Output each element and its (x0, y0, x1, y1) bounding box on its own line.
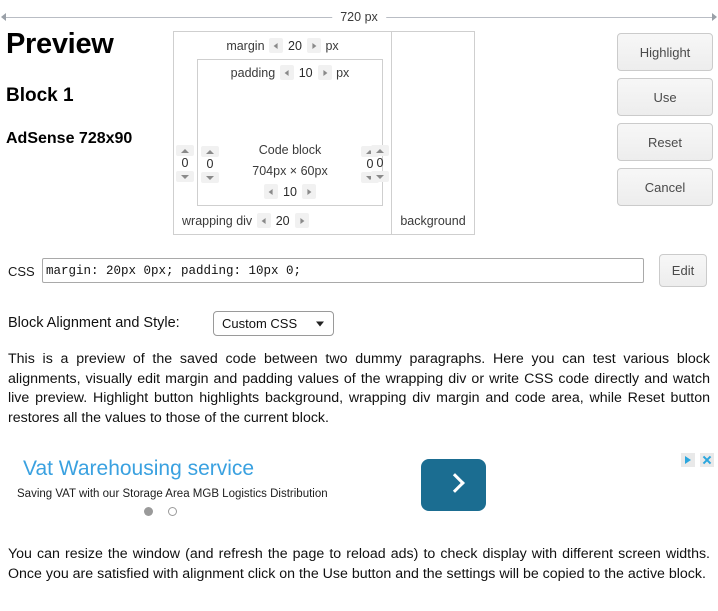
margin-bottom-value[interactable]: 20 (275, 214, 290, 228)
description-paragraph-first: This is a preview of the saved code betw… (8, 351, 710, 426)
block-name-heading: Block 1 (6, 85, 74, 106)
ad-cta-button[interactable] (421, 459, 486, 511)
code-block-size: 704px × 60px (252, 164, 328, 178)
width-ruler: 720 px (0, 8, 718, 28)
alignment-label: Block Alignment and Style: (8, 315, 180, 331)
action-button-column: Highlight Use Reset Cancel (617, 33, 713, 213)
margin-top-value[interactable]: 20 (288, 39, 303, 53)
margin-left-decrement-icon[interactable] (176, 171, 194, 182)
css-row: CSS Edit (0, 254, 718, 288)
background-label: background (400, 214, 466, 228)
preview-headings: Preview Block 1 AdSense 728x90 (6, 30, 168, 147)
close-icon[interactable] (700, 453, 714, 467)
margin-left-value[interactable]: 0 (176, 156, 194, 171)
margin-bottom-increment-icon[interactable] (294, 213, 309, 228)
padding-bottom-control: 10 (198, 184, 382, 200)
alignment-select[interactable]: Custom CSS (213, 311, 334, 336)
use-button[interactable]: Use (617, 78, 713, 116)
code-block-label: Code block (258, 143, 322, 157)
adsense-size-heading: AdSense 728x90 (6, 130, 133, 147)
padding-top-increment-icon[interactable] (317, 65, 332, 81)
ad-controls (680, 453, 714, 471)
code-block-info: Code block 704px × 60px (198, 140, 382, 182)
margin-top-increment-icon[interactable] (306, 38, 321, 54)
alignment-row: Block Alignment and Style: Custom CSS (0, 311, 718, 339)
padding-label: padding (230, 66, 276, 80)
reset-button[interactable]: Reset (617, 123, 713, 161)
description-paragraph-second: You can resize the window (and refresh t… (8, 546, 710, 582)
margin-left-increment-icon[interactable] (176, 145, 194, 156)
wrapping-div-label: wrapping div (182, 213, 253, 228)
margin-right-control: 0 (371, 145, 389, 182)
margin-right-decrement-icon[interactable] (371, 171, 389, 182)
advertisement-banner[interactable]: Vat Warehousing service Saving VAT with … (0, 450, 718, 522)
margin-label: margin (226, 39, 265, 53)
ruler-arrow-left-icon (1, 13, 6, 21)
margin-top-control: margin 20 px (174, 38, 391, 54)
padding-unit: px (336, 66, 350, 80)
padding-area: padding 10 px 0 0 Code block 704px × 60p… (197, 59, 383, 206)
background-area: background (392, 32, 474, 234)
css-label: CSS (8, 264, 35, 279)
cancel-button[interactable]: Cancel (617, 168, 713, 206)
margin-unit: px (325, 39, 339, 53)
padding-bottom-increment-icon[interactable] (301, 184, 316, 199)
css-input[interactable] (42, 258, 644, 283)
wrapping-div-area: margin 20 px 0 padding 10 px 0 0 Code bl… (174, 32, 392, 234)
margin-top-decrement-icon[interactable] (269, 38, 284, 54)
alignment-selected-value: Custom CSS (222, 316, 298, 331)
page-title: Preview (6, 28, 114, 60)
box-model-diagram: margin 20 px 0 padding 10 px 0 0 Code bl… (173, 31, 475, 235)
ad-title[interactable]: Vat Warehousing service (23, 458, 254, 479)
ruler-arrow-right-icon (712, 13, 717, 21)
margin-bottom-decrement-icon[interactable] (256, 213, 271, 228)
margin-left-control: 0 (176, 145, 194, 182)
adchoices-icon[interactable] (680, 453, 695, 467)
margin-right-increment-icon[interactable] (371, 145, 389, 156)
padding-top-value[interactable]: 10 (298, 66, 313, 80)
chevron-down-icon (316, 321, 324, 326)
padding-bottom-value[interactable]: 10 (283, 185, 298, 199)
margin-right-value[interactable]: 0 (371, 156, 389, 171)
ad-carousel-dots[interactable] (144, 503, 188, 521)
margin-bottom-control: wrapping div 20 (182, 213, 310, 229)
ad-description: Saving VAT with our Storage Area MGB Log… (17, 488, 328, 500)
highlight-button[interactable]: Highlight (617, 33, 713, 71)
ad-dot-active[interactable] (144, 507, 153, 516)
padding-bottom-decrement-icon[interactable] (264, 184, 279, 199)
padding-top-control: padding 10 px (198, 65, 382, 81)
edit-button[interactable]: Edit (659, 254, 707, 287)
padding-top-decrement-icon[interactable] (279, 65, 294, 81)
ruler-width-label: 720 px (332, 8, 386, 27)
ad-dot-inactive[interactable] (168, 507, 178, 516)
